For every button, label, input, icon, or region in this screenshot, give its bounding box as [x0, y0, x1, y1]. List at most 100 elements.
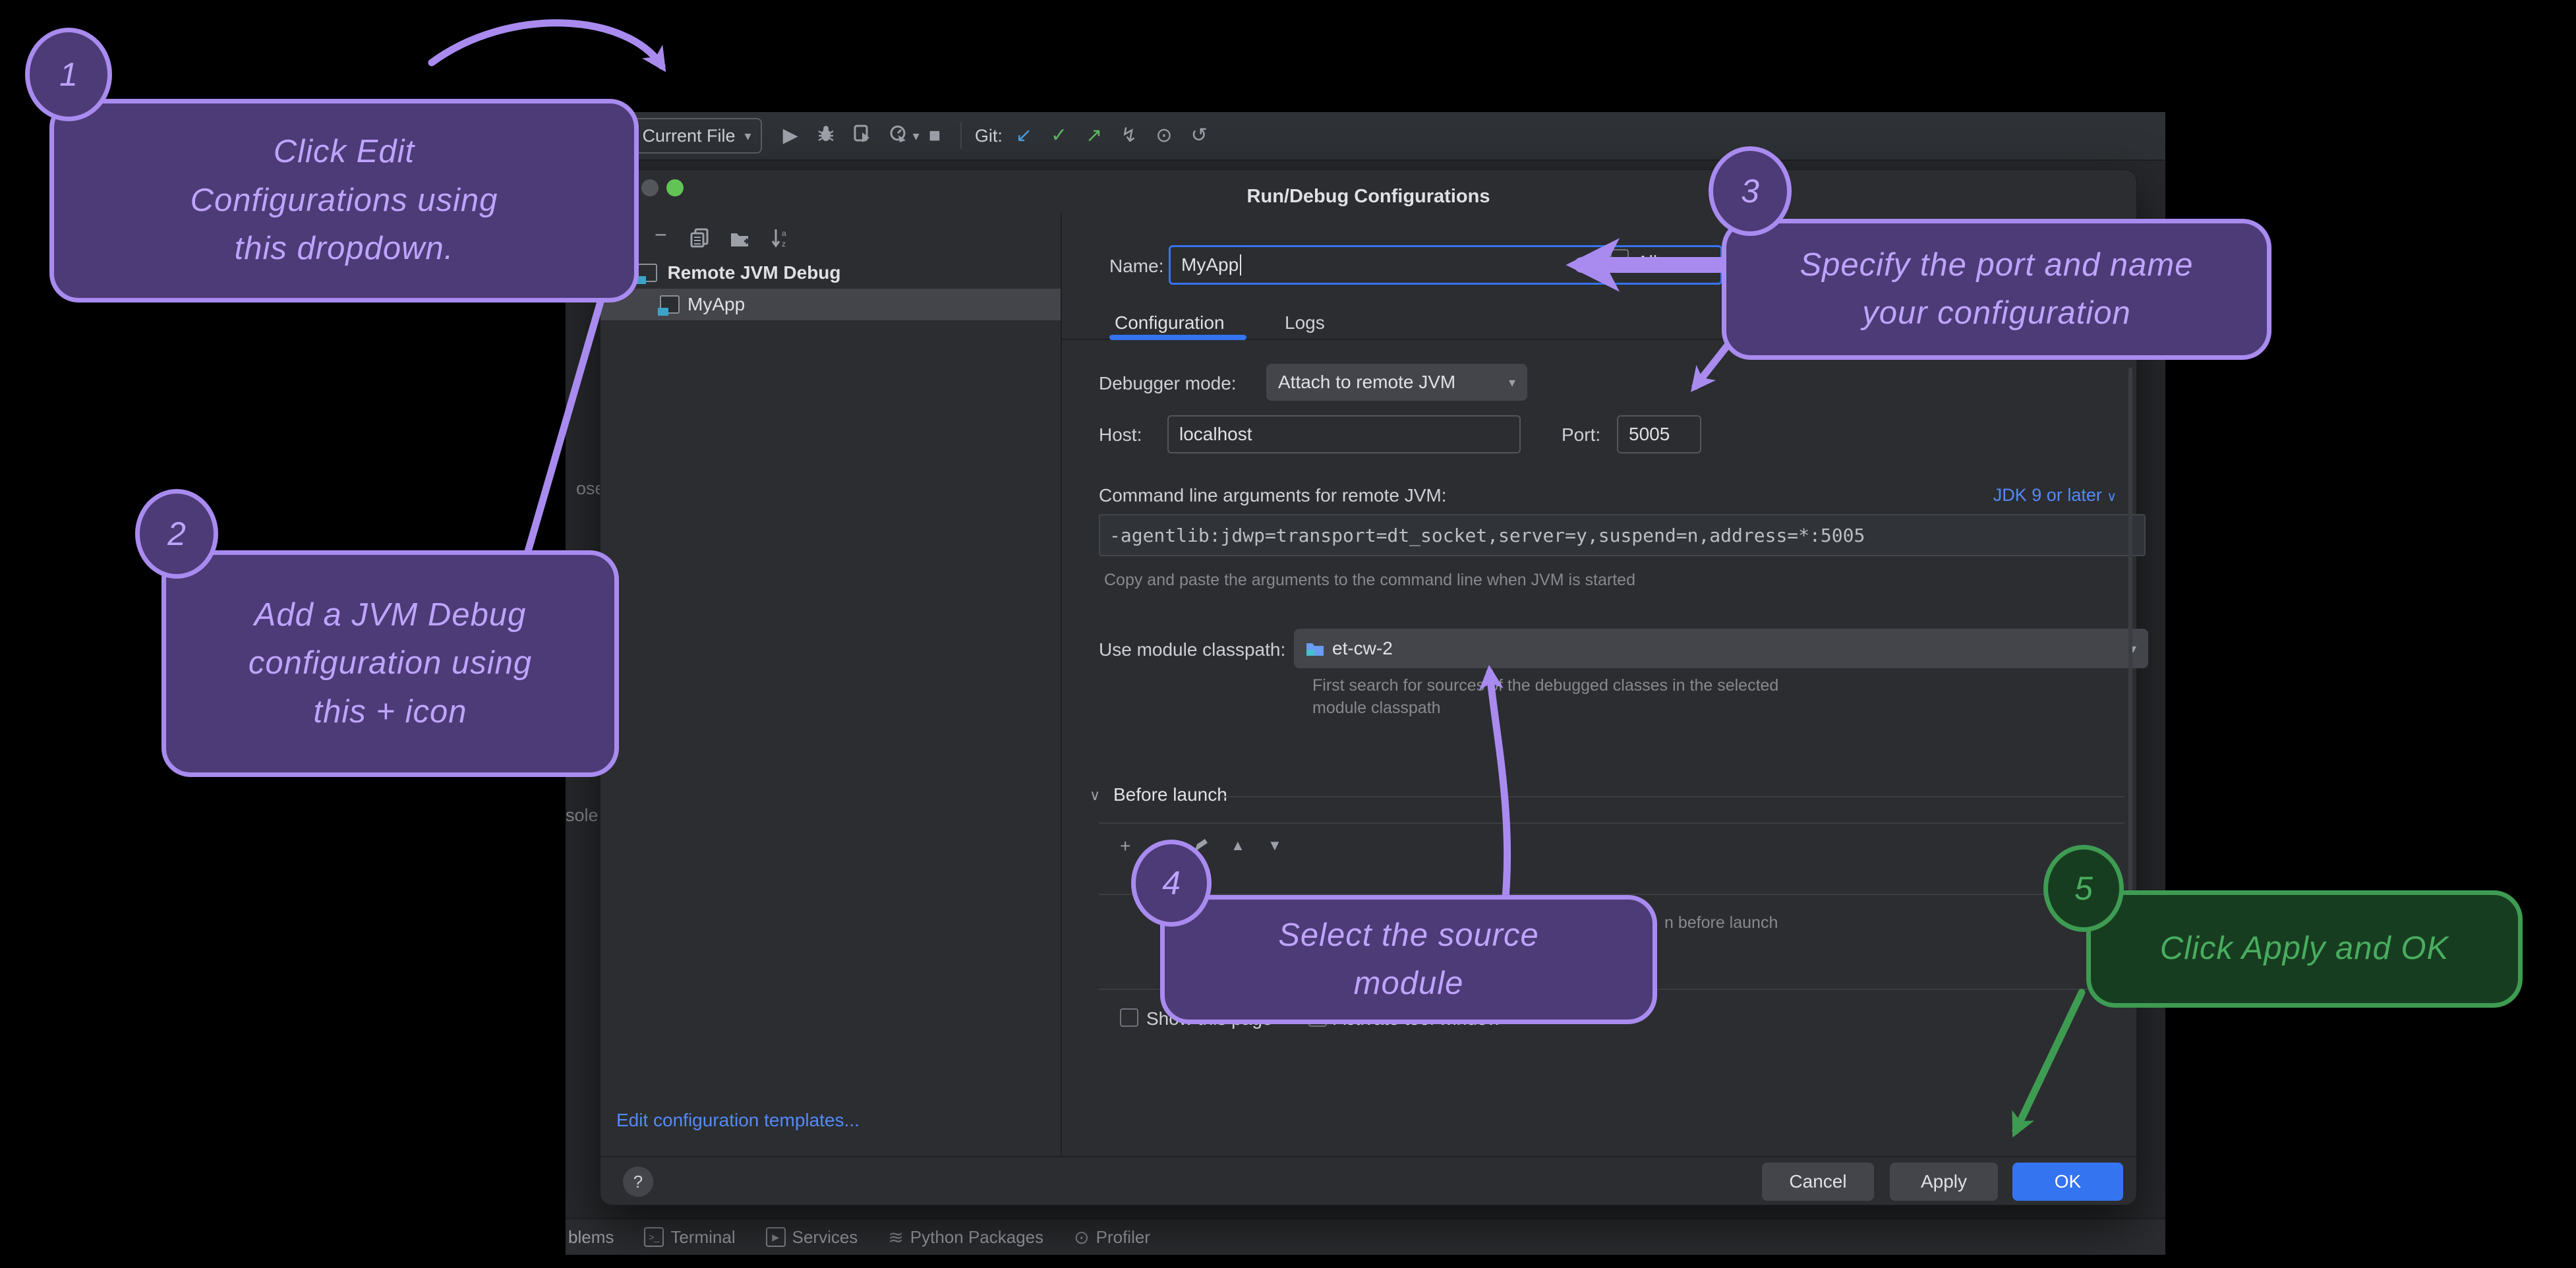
host-value: localhost — [1179, 424, 1252, 445]
tab-problems-label: blems — [568, 1227, 614, 1248]
cancel-button[interactable]: Cancel — [1762, 1163, 1874, 1201]
services-icon: ▶ — [766, 1227, 786, 1247]
cmd-args-value: -agentlib:jdwp=transport=dt_socket,serve… — [1109, 525, 1865, 546]
stop-icon[interactable]: ■ — [929, 126, 941, 146]
python-packages-icon: ≋ — [888, 1226, 903, 1248]
name-label: Name: — [1109, 256, 1163, 277]
git-update-icon[interactable]: ↙ — [1016, 126, 1032, 146]
new-folder-icon[interactable] — [730, 229, 751, 251]
cmd-args-field[interactable]: -agentlib:jdwp=transport=dt_socket,serve… — [1099, 514, 2146, 556]
chevron-down-icon: ∨ — [2107, 490, 2117, 504]
rollback-icon[interactable]: ↺ — [1191, 126, 1208, 146]
sort-configurations-icon[interactable]: az — [771, 228, 790, 252]
callout-5-line: Click Apply and OK — [2160, 925, 2449, 973]
callout-4-line: Select the source — [1278, 911, 1539, 960]
git-cherry-pick-icon[interactable]: ↯ — [1121, 126, 1137, 146]
ide-main-toolbar: ↖ Current File ▾ ▶ ▾ ■ Git: ↙ ✓ ↗ ↯ ⊙ — [566, 112, 2165, 161]
dialog-title: Run/Debug Configurations — [600, 186, 2136, 208]
text-caret — [1240, 254, 1241, 275]
tab-problems[interactable]: blems — [568, 1227, 614, 1248]
toolbar-separator — [960, 123, 962, 149]
callout-1-number: 1 — [59, 55, 78, 94]
port-value: 5005 — [1629, 424, 1670, 445]
profiler-chevron-icon[interactable]: ▾ — [913, 128, 920, 144]
profiler-tab-icon: ⊙ — [1074, 1226, 1089, 1248]
apply-label: Apply — [1921, 1171, 1967, 1192]
ok-label: OK — [2055, 1171, 2081, 1192]
host-input[interactable]: localhost — [1167, 415, 1521, 453]
move-up-icon[interactable]: ▲ — [1231, 837, 1245, 854]
module-classpath-value: et-cw-2 — [1332, 638, 1393, 659]
tab-configuration[interactable]: Configuration — [1115, 312, 1225, 333]
allow-multiple-instances-label: Allow mu — [1637, 252, 1721, 273]
before-launch-panel-top-border — [1099, 822, 2124, 824]
tree-node-myapp-selected[interactable]: MyApp — [600, 289, 1061, 320]
debugger-mode-value: Attach to remote JVM — [1278, 372, 1455, 393]
terminal-icon: >_ — [644, 1227, 664, 1247]
toolwindow-label-fragment: sole — [566, 805, 599, 826]
tree-node-remote-jvm-debug[interactable]: ∨ Remote JVM Debug — [600, 257, 1061, 289]
copy-configuration-icon[interactable] — [690, 228, 710, 251]
callout-4-number: 4 — [1162, 864, 1181, 902]
show-this-page-checkbox[interactable] — [1120, 1008, 1138, 1027]
callout-2-line: configuration using — [249, 639, 532, 688]
tab-python-packages[interactable]: ≋ Python Packages — [888, 1226, 1043, 1248]
before-launch-expand-icon[interactable]: ∨ — [1090, 787, 1100, 804]
debugger-mode-label: Debugger mode: — [1099, 373, 1237, 394]
module-classpath-label: Use module classpath: — [1099, 639, 1285, 660]
port-input[interactable]: 5005 — [1617, 415, 1701, 453]
callout-1-bubble: Click Edit Configurations using this dro… — [49, 99, 639, 303]
module-classpath-dropdown[interactable]: et-cw-2 ▾ — [1294, 629, 2148, 668]
callout-4-bubble: Select the source module — [1160, 895, 1657, 1024]
history-icon[interactable]: ⊙ — [1156, 126, 1172, 146]
callout-5-number: 5 — [2074, 869, 2093, 908]
chevron-down-icon: ▾ — [745, 128, 751, 144]
profiler-icon[interactable] — [889, 125, 908, 147]
tab-services[interactable]: ▶ Services — [766, 1227, 858, 1248]
chevron-down-icon: ▾ — [1509, 374, 1515, 391]
host-label: Host: — [1099, 424, 1142, 446]
tab-profiler-label: Profiler — [1096, 1227, 1150, 1248]
debugger-mode-dropdown[interactable]: Attach to remote JVM ▾ — [1266, 364, 1527, 401]
tab-terminal[interactable]: >_ Terminal — [644, 1227, 735, 1248]
help-label: ? — [633, 1172, 643, 1192]
before-launch-empty-fragment: n before launch — [1664, 913, 1778, 933]
ide-status-bar: blems >_ Terminal ▶ Services ≋ Python Pa… — [566, 1218, 2165, 1255]
run-icon[interactable]: ▶ — [783, 126, 798, 146]
before-launch-rule — [1221, 796, 2124, 797]
footer-divider — [600, 1156, 2136, 1157]
tab-terminal-label: Terminal — [670, 1227, 735, 1248]
jdk-version-selector[interactable]: JDK 9 or later ∨ — [1993, 485, 2117, 505]
callout-1-line: Configurations using — [190, 177, 498, 225]
port-label: Port: — [1562, 424, 1600, 446]
debug-icon[interactable] — [817, 125, 835, 147]
name-value: MyApp — [1181, 254, 1239, 275]
remove-configuration-icon[interactable]: − — [655, 223, 667, 247]
run-configuration-dropdown[interactable]: Current File ▾ — [632, 118, 762, 154]
move-down-icon[interactable]: ▼ — [1268, 837, 1282, 854]
allow-multiple-instances-checkbox[interactable] — [1610, 249, 1629, 268]
ok-button[interactable]: OK — [2012, 1163, 2123, 1201]
arrow-to-run-config-dropdown — [432, 23, 662, 66]
callout-4-badge: 4 — [1131, 840, 1212, 927]
apply-button[interactable]: Apply — [1890, 1163, 1998, 1201]
svg-text:a: a — [782, 229, 786, 238]
tab-logs[interactable]: Logs — [1285, 312, 1325, 333]
tab-services-label: Services — [792, 1227, 858, 1248]
before-launch-label: Before launch — [1113, 784, 1227, 805]
help-button[interactable]: ? — [623, 1167, 653, 1197]
before-launch-add-icon[interactable]: + — [1120, 836, 1130, 857]
run-with-coverage-icon[interactable] — [854, 125, 871, 147]
callout-2-bubble: Add a JVM Debug configuration using this… — [161, 550, 619, 777]
callout-1-badge: 1 — [25, 28, 112, 121]
edit-configuration-templates-link[interactable]: Edit configuration templates... — [616, 1110, 860, 1131]
cmd-args-hint: Copy and paste the arguments to the comm… — [1104, 571, 1635, 590]
cancel-label: Cancel — [1789, 1171, 1846, 1192]
callout-3-line: your configuration — [1862, 289, 2131, 338]
callout-2-line: Add a JVM Debug — [254, 591, 527, 640]
git-push-icon[interactable]: ↗ — [1086, 126, 1102, 146]
callout-3-badge: 3 — [1709, 146, 1792, 236]
git-commit-icon[interactable]: ✓ — [1051, 126, 1067, 146]
tab-profiler[interactable]: ⊙ Profiler — [1074, 1226, 1150, 1248]
module-classpath-hint-line1: First search for sources of the debugged… — [1312, 676, 1778, 695]
